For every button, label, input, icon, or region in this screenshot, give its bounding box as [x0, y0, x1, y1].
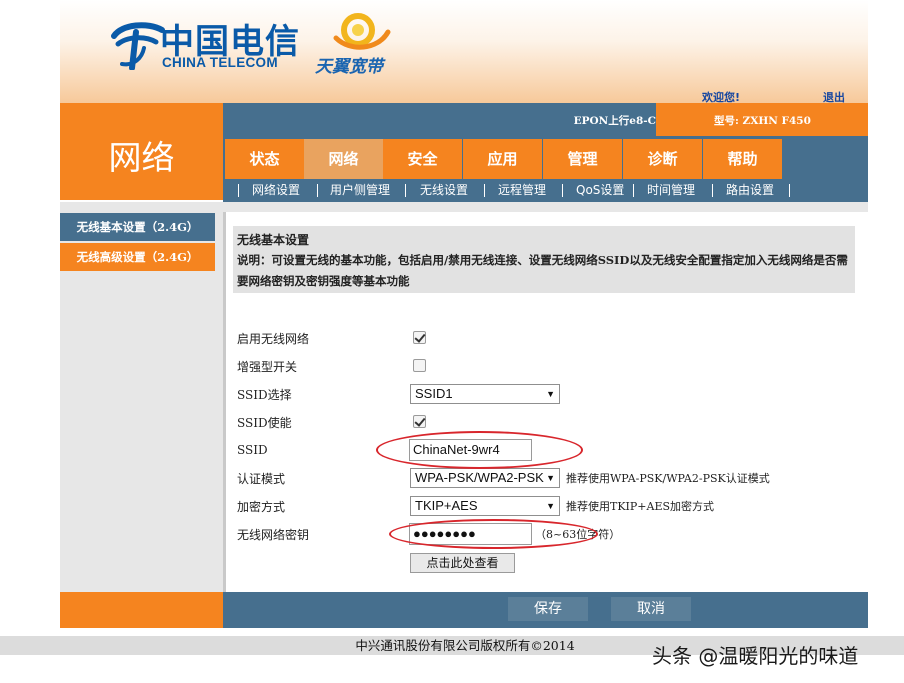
subnav-qos-settings[interactable]: QoS设置	[576, 179, 624, 202]
encryption-select[interactable]: TKIP+AES ▼	[410, 496, 560, 516]
ssid-label: SSID	[237, 443, 268, 457]
sub-navigation: 网络设置 用户侧管理 无线设置 远程管理 QoS设置 时间管理 路由设置	[223, 179, 868, 202]
main-tab-bar: 状态 网络 安全 应用 管理 诊断 帮助	[223, 136, 868, 179]
ssid-enable-label: SSID使能	[237, 416, 292, 430]
subnav-wireless-settings[interactable]: 无线设置	[420, 179, 468, 202]
tab-security[interactable]: 安全	[383, 139, 462, 179]
encryption-value: TKIP+AES	[415, 498, 478, 513]
subnav-route-settings[interactable]: 路由设置	[726, 179, 774, 202]
status-bar: EPON上行e8-C	[223, 103, 656, 136]
ssid-select-label: SSID选择	[237, 388, 292, 402]
subnav-remote-management[interactable]: 远程管理	[498, 179, 546, 202]
description-text: 说明：可设置无线的基本功能，包括启用/禁用无线连接、设置无线网络SSID以及无线…	[237, 253, 848, 288]
description-box: 无线基本设置 说明：可设置无线的基本功能，包括启用/禁用无线连接、设置无线网络S…	[233, 226, 855, 293]
annotation-oval-key	[389, 519, 598, 549]
subnav-network-settings[interactable]: 网络设置	[252, 179, 300, 202]
ssid-select[interactable]: SSID1 ▼	[410, 384, 560, 404]
subnav-separator	[484, 184, 485, 197]
device-model: 型号: ZXHN F450	[714, 115, 811, 127]
content-top-strip	[223, 202, 868, 212]
router-admin-page: 中国电信 CHINA TELECOM 天翼宽带 欢迎您! 退出 网络 EPON上…	[0, 0, 904, 683]
sidebar: 无线基本设置（2.4G） 无线高级设置（2.4G）	[60, 202, 223, 592]
enable-wireless-checkbox[interactable]	[413, 331, 426, 344]
view-key-button[interactable]: 点击此处查看	[410, 553, 515, 573]
save-button[interactable]: 保存	[508, 597, 588, 621]
tab-diagnostics[interactable]: 诊断	[623, 139, 702, 179]
encryption-label: 加密方式	[237, 500, 286, 514]
enhanced-switch-checkbox[interactable]	[413, 359, 426, 372]
dropdown-arrow-icon: ▼	[546, 473, 555, 483]
subnav-separator	[238, 184, 239, 197]
cancel-button[interactable]: 取消	[611, 597, 691, 621]
tab-network[interactable]: 网络	[304, 139, 383, 179]
product-name: 天翼宽带	[315, 57, 383, 77]
subnav-separator	[317, 184, 318, 197]
enhanced-switch-label: 增强型开关	[237, 360, 298, 374]
subnav-time-management[interactable]: 时间管理	[647, 179, 695, 202]
auth-mode-label: 认证模式	[237, 472, 286, 486]
section-title: 网络	[108, 138, 175, 177]
brand-english-name: CHINA TELECOM	[162, 55, 278, 70]
tab-help[interactable]: 帮助	[703, 139, 782, 179]
tab-management[interactable]: 管理	[543, 139, 622, 179]
auth-mode-select[interactable]: WPA-PSK/WPA2-PSK ▼	[410, 468, 560, 488]
watermark-text: 头条 @温暖阳光的味道	[652, 644, 859, 668]
dropdown-arrow-icon: ▼	[546, 501, 555, 511]
sidebar-item-wireless-basic[interactable]: 无线基本设置（2.4G）	[60, 213, 215, 241]
annotation-oval-ssid	[376, 431, 583, 469]
tab-status[interactable]: 状态	[225, 139, 304, 179]
encryption-hint: 推荐使用TKIP+AES加密方式	[566, 500, 715, 513]
tianyi-logo-icon	[333, 13, 391, 50]
connection-type: EPON上行e8-C	[573, 115, 656, 127]
ssid-select-value: SSID1	[415, 386, 453, 401]
subnav-separator	[789, 184, 790, 197]
auth-mode-value: WPA-PSK/WPA2-PSK	[415, 470, 544, 485]
subnav-separator	[712, 184, 713, 197]
tab-application[interactable]: 应用	[463, 139, 542, 179]
subnav-separator	[405, 184, 406, 197]
dropdown-arrow-icon: ▼	[546, 389, 555, 399]
auth-mode-hint: 推荐使用WPA-PSK/WPA2-PSK认证模式	[566, 472, 770, 485]
ssid-enable-checkbox[interactable]	[413, 415, 426, 428]
sidebar-item-wireless-advanced[interactable]: 无线高级设置（2.4G）	[60, 243, 215, 271]
bottom-left-block	[60, 592, 223, 628]
section-title-block: 网络	[60, 103, 223, 200]
wireless-key-label: 无线网络密钥	[237, 528, 310, 542]
model-block: 型号: ZXHN F450	[656, 103, 868, 136]
china-telecom-logo-icon	[111, 22, 165, 70]
subnav-separator	[633, 184, 634, 197]
enable-wireless-label: 启用无线网络	[237, 332, 310, 346]
description-title: 无线基本设置	[237, 233, 310, 247]
subnav-user-side[interactable]: 用户侧管理	[330, 179, 390, 202]
subnav-separator	[562, 184, 563, 197]
